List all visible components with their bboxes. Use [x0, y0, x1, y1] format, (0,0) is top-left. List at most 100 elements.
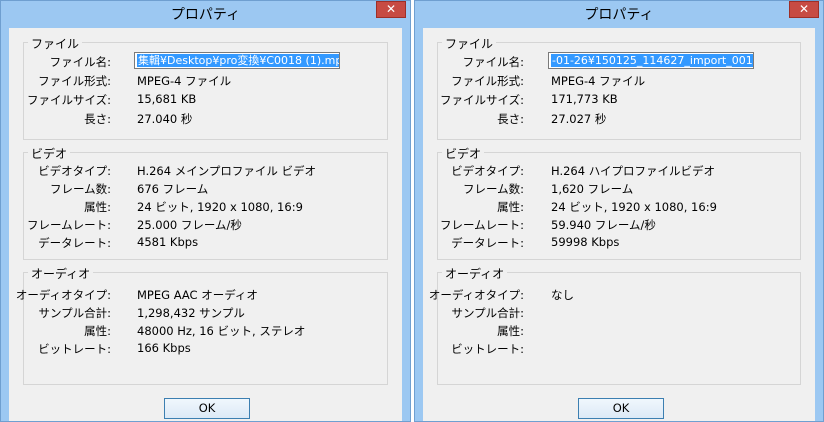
sample-total-value: 1,298,432 サンプル — [137, 306, 245, 320]
properties-dialog-left: プロパティ ✕ ファイル ファイル名: 集輯¥Desktop¥pro変換¥C00… — [0, 0, 411, 422]
file-name-value[interactable]: -01-26¥150125_114627_import_001.MP4 — [551, 54, 753, 67]
file-size-value: 171,773 KB — [551, 92, 618, 106]
data-rate-row: データレート: 4581 Kbps — [24, 233, 387, 251]
video-attr-row: 属性: 24 ビット, 1920 x 1080, 16:9 — [24, 197, 387, 215]
audio-group-title: オーディオ — [28, 265, 94, 282]
audio-type-label: オーディオタイプ: — [428, 288, 524, 302]
video-type-value: H.264 ハイプロファイルビデオ — [551, 164, 715, 178]
audio-group-title: オーディオ — [442, 265, 508, 282]
frame-count-value: 676 フレーム — [137, 182, 209, 196]
frame-rate-row: フレームレート: 25.000 フレーム/秒 — [24, 215, 387, 233]
video-type-row: ビデオタイプ: H.264 ハイプロファイルビデオ — [438, 161, 800, 179]
file-format-row: ファイル形式: MPEG-4 ファイル — [24, 71, 387, 89]
duration-label: 長さ: — [497, 112, 524, 126]
ok-button[interactable]: OK — [164, 398, 250, 419]
file-group-title: ファイル — [442, 35, 497, 52]
sample-total-label: サンプル合計: — [38, 306, 111, 320]
video-attr-label: 属性: — [497, 200, 524, 214]
audio-attr-label: 属性: — [497, 324, 524, 338]
data-rate-value: 59998 Kbps — [551, 235, 620, 249]
data-rate-label: データレート: — [451, 236, 524, 250]
file-format-label: ファイル形式: — [38, 74, 111, 88]
frame-rate-label: フレームレート: — [439, 218, 524, 232]
data-rate-value: 4581 Kbps — [137, 235, 199, 249]
duration-value: 27.027 秒 — [551, 112, 607, 126]
dialog-body: ファイル ファイル名: 集輯¥Desktop¥pro変換¥C0018 (1).m… — [9, 28, 402, 421]
data-rate-label: データレート: — [38, 236, 111, 250]
frame-count-label: フレーム数: — [49, 182, 111, 196]
audio-attr-label: 属性: — [84, 324, 111, 338]
frame-rate-value: 59.940 フレーム/秒 — [551, 218, 656, 232]
frame-count-label: フレーム数: — [462, 182, 524, 196]
file-name-field[interactable]: -01-26¥150125_114627_import_001.MP4 — [548, 52, 754, 69]
file-name-value[interactable]: 集輯¥Desktop¥pro変換¥C0018 (1).mp4 — [137, 54, 339, 67]
audio-attr-value: 48000 Hz, 16 ビット, ステレオ — [137, 324, 306, 338]
title-bar[interactable]: プロパティ ✕ — [415, 1, 823, 25]
video-attr-row: 属性: 24 ビット, 1920 x 1080, 16:9 — [438, 197, 800, 215]
audio-type-row: オーディオタイプ: なし — [429, 285, 800, 303]
frame-rate-row: フレームレート: 59.940 フレーム/秒 — [438, 215, 800, 233]
video-group-title: ビデオ — [442, 145, 485, 162]
frame-rate-label: フレームレート: — [26, 218, 111, 232]
file-format-value: MPEG-4 ファイル — [551, 74, 646, 88]
dialog-body: ファイル ファイル名: -01-26¥150125_114627_import_… — [423, 28, 815, 421]
bit-rate-row: ビットレート: — [438, 339, 800, 357]
bit-rate-label: ビットレート: — [451, 342, 524, 356]
data-rate-row: データレート: 59998 Kbps — [438, 233, 800, 251]
bit-rate-label: ビットレート: — [38, 342, 111, 356]
video-type-value: H.264 メインプロファイル ビデオ — [137, 164, 317, 178]
file-size-row: ファイルサイズ: 15,681 KB — [24, 90, 387, 108]
close-button[interactable]: ✕ — [376, 1, 406, 18]
bit-rate-value: 166 Kbps — [137, 341, 191, 355]
frame-rate-value: 25.000 フレーム/秒 — [137, 218, 242, 232]
file-name-field[interactable]: 集輯¥Desktop¥pro変換¥C0018 (1).mp4 — [134, 52, 340, 69]
audio-type-row: オーディオタイプ: MPEG AAC オーディオ — [16, 285, 387, 303]
video-attr-label: 属性: — [84, 200, 111, 214]
audio-group: オーディオ オーディオタイプ: MPEG AAC オーディオ サンプル合計: 1… — [16, 265, 388, 385]
video-type-row: ビデオタイプ: H.264 メインプロファイル ビデオ — [24, 161, 387, 179]
title-bar[interactable]: プロパティ ✕ — [1, 1, 410, 25]
audio-type-value: MPEG AAC オーディオ — [137, 288, 258, 302]
properties-dialog-right: プロパティ ✕ ファイル ファイル名: -01-26¥150125_114627… — [414, 0, 824, 422]
video-type-label: ビデオタイプ: — [451, 164, 524, 178]
dialog-title: プロパティ — [170, 7, 241, 23]
duration-row: 長さ: 27.027 秒 — [438, 109, 800, 127]
video-group: ビデオ ビデオタイプ: H.264 ハイプロファイルビデオ フレーム数: 1,6… — [437, 145, 801, 260]
frame-count-row: フレーム数: 1,620 フレーム — [438, 179, 800, 197]
file-size-row: ファイルサイズ: 171,773 KB — [438, 90, 800, 108]
ok-button[interactable]: OK — [578, 398, 664, 419]
video-attr-value: 24 ビット, 1920 x 1080, 16:9 — [551, 200, 717, 214]
file-size-label: ファイルサイズ: — [439, 93, 524, 107]
file-name-row: ファイル名: -01-26¥150125_114627_import_001.M… — [438, 52, 800, 70]
video-type-label: ビデオタイプ: — [38, 164, 111, 178]
duration-row: 長さ: 27.040 秒 — [24, 109, 387, 127]
video-group: ビデオ ビデオタイプ: H.264 メインプロファイル ビデオ フレーム数: 6… — [23, 145, 388, 260]
close-button[interactable]: ✕ — [789, 1, 819, 18]
file-format-label: ファイル形式: — [451, 74, 524, 88]
file-format-row: ファイル形式: MPEG-4 ファイル — [438, 71, 800, 89]
duration-label: 長さ: — [84, 112, 111, 126]
audio-group: オーディオ オーディオタイプ: なし サンプル合計: 属性: ビットレート: — [429, 265, 801, 385]
video-attr-value: 24 ビット, 1920 x 1080, 16:9 — [137, 200, 303, 214]
sample-total-row: サンプル合計: 1,298,432 サンプル — [24, 303, 387, 321]
audio-type-value: なし — [551, 288, 574, 302]
audio-type-label: オーディオタイプ: — [15, 288, 111, 302]
sample-total-label: サンプル合計: — [451, 306, 524, 320]
video-group-title: ビデオ — [28, 145, 71, 162]
file-group: ファイル ファイル名: -01-26¥150125_114627_import_… — [437, 35, 801, 140]
bit-rate-row: ビットレート: 166 Kbps — [24, 339, 387, 357]
file-name-row: ファイル名: 集輯¥Desktop¥pro変換¥C0018 (1).mp4 — [24, 52, 387, 70]
file-group: ファイル ファイル名: 集輯¥Desktop¥pro変換¥C0018 (1).m… — [23, 35, 388, 140]
frame-count-value: 1,620 フレーム — [551, 182, 634, 196]
file-size-value: 15,681 KB — [137, 92, 197, 106]
file-name-label: ファイル名: — [49, 55, 111, 69]
file-size-label: ファイルサイズ: — [26, 93, 111, 107]
audio-attr-row: 属性: — [438, 321, 800, 339]
sample-total-row: サンプル合計: — [438, 303, 800, 321]
file-format-value: MPEG-4 ファイル — [137, 74, 232, 88]
audio-attr-row: 属性: 48000 Hz, 16 ビット, ステレオ — [24, 321, 387, 339]
file-name-label: ファイル名: — [462, 55, 524, 69]
frame-count-row: フレーム数: 676 フレーム — [24, 179, 387, 197]
dialog-title: プロパティ — [584, 7, 654, 23]
file-group-title: ファイル — [28, 35, 83, 52]
